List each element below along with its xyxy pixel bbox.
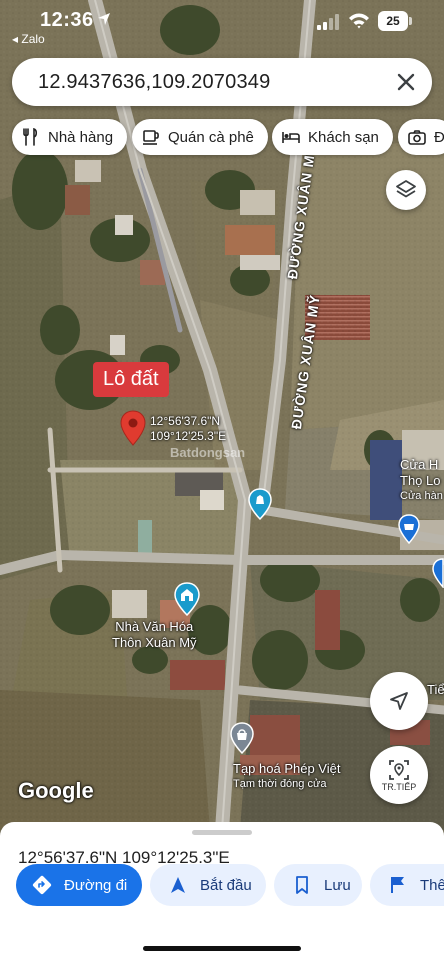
- navigate-button-label: TR.TIẾP: [381, 781, 417, 792]
- home-indicator[interactable]: [143, 946, 301, 951]
- store-status: Tạm thời đóng cửa: [233, 778, 327, 790]
- start-label: Bắt đầu: [200, 876, 252, 894]
- poi-marker-icon[interactable]: [248, 488, 272, 520]
- search-input[interactable]: 12.9437636,109.2070349: [38, 71, 270, 94]
- navigate-button[interactable]: TR.TIẾP: [370, 746, 428, 804]
- chip-label: Quán cà phê: [168, 128, 254, 146]
- chip-attractions[interactable]: Đị: [398, 119, 444, 155]
- status-time: 12:36: [40, 9, 94, 31]
- chip-label: Đị: [434, 128, 444, 146]
- right-poi-line2: Thọ Lo: [400, 473, 441, 488]
- cellular-signal-icon: [317, 14, 339, 30]
- pin-coordinates: 12°56'37.6"N 109°12'25.3"E: [150, 414, 226, 444]
- battery-icon: 25: [378, 11, 408, 31]
- bookmark-icon: [296, 876, 308, 894]
- add-label-button[interactable]: Thê: [370, 864, 444, 906]
- battery-tip: [409, 17, 412, 25]
- directions-label: Đường đi: [64, 876, 128, 894]
- bed-icon: [282, 132, 300, 143]
- chip-label: Nhà hàng: [48, 128, 114, 146]
- culture-house-poi-icon[interactable]: [174, 582, 200, 616]
- flag-icon: [391, 877, 404, 893]
- location-arrow-outline-icon: [390, 692, 408, 710]
- chip-label: Khách sạn: [308, 128, 379, 146]
- save-button[interactable]: Lưu: [274, 864, 362, 906]
- right-poi-line1: Cửa H: [400, 457, 439, 472]
- store-poi-icon[interactable]: [230, 722, 254, 754]
- store-label[interactable]: Tạp hoá Phép Việt Tạm thời đóng cửa: [233, 761, 340, 791]
- navigation-arrow-icon: [171, 877, 185, 893]
- camera-icon: [408, 130, 426, 145]
- coffee-cup-icon: [143, 130, 159, 145]
- wifi-icon: [349, 13, 369, 29]
- fork-knife-icon: [23, 128, 38, 146]
- pin-latitude: 12°56'37.6"N: [150, 414, 221, 428]
- directions-icon: [32, 875, 52, 895]
- chip-restaurants[interactable]: Nhà hàng: [12, 119, 128, 155]
- edge-poi-label: Tiể: [427, 682, 444, 697]
- edge-poi-icon[interactable]: [432, 558, 444, 588]
- search-bar[interactable]: 12.9437636,109.2070349: [12, 58, 432, 106]
- start-button[interactable]: Bắt đầu: [150, 864, 266, 906]
- culture-house-label[interactable]: Nhà Văn Hóa Thôn Xuân Mỹ: [112, 619, 197, 651]
- battery-level: 25: [386, 14, 400, 28]
- culture-house-line2: Thôn Xuân Mỹ: [112, 635, 197, 650]
- chip-hotels[interactable]: Khách sạn: [272, 119, 393, 155]
- save-label: Lưu: [324, 876, 351, 894]
- status-bar: 12:36 ◂ Zalo 25: [0, 0, 444, 56]
- dropped-pin-icon[interactable]: [120, 410, 146, 446]
- culture-house-line1: Nhà Văn Hóa: [115, 619, 194, 634]
- google-attribution: Google: [18, 778, 94, 803]
- right-poi-label[interactable]: Cửa H Thọ Lo Cửa hàn: [400, 457, 443, 503]
- chip-coffee[interactable]: Quán cà phê: [132, 119, 268, 155]
- store-name: Tạp hoá Phép Việt: [233, 761, 341, 776]
- layers-button[interactable]: [386, 170, 426, 210]
- navigation-pin-icon: [389, 759, 409, 780]
- right-poi-line3: Cửa hàn: [400, 490, 443, 502]
- lot-tag: Lô đất: [93, 362, 169, 397]
- pin-longitude: 109°12'25.3"E: [150, 429, 227, 443]
- directions-button[interactable]: Đường đi: [16, 864, 142, 906]
- my-location-button[interactable]: [370, 672, 428, 730]
- add-label-label: Thê: [420, 876, 444, 894]
- location-arrow-icon: [98, 13, 110, 25]
- sheet-drag-handle[interactable]: [192, 830, 252, 835]
- layers-icon: [396, 180, 416, 198]
- shop-poi-icon[interactable]: [398, 514, 420, 544]
- back-to-app-link[interactable]: ◂ Zalo: [12, 32, 45, 46]
- watermark: Batdongsan: [170, 445, 246, 460]
- close-icon[interactable]: [394, 70, 418, 94]
